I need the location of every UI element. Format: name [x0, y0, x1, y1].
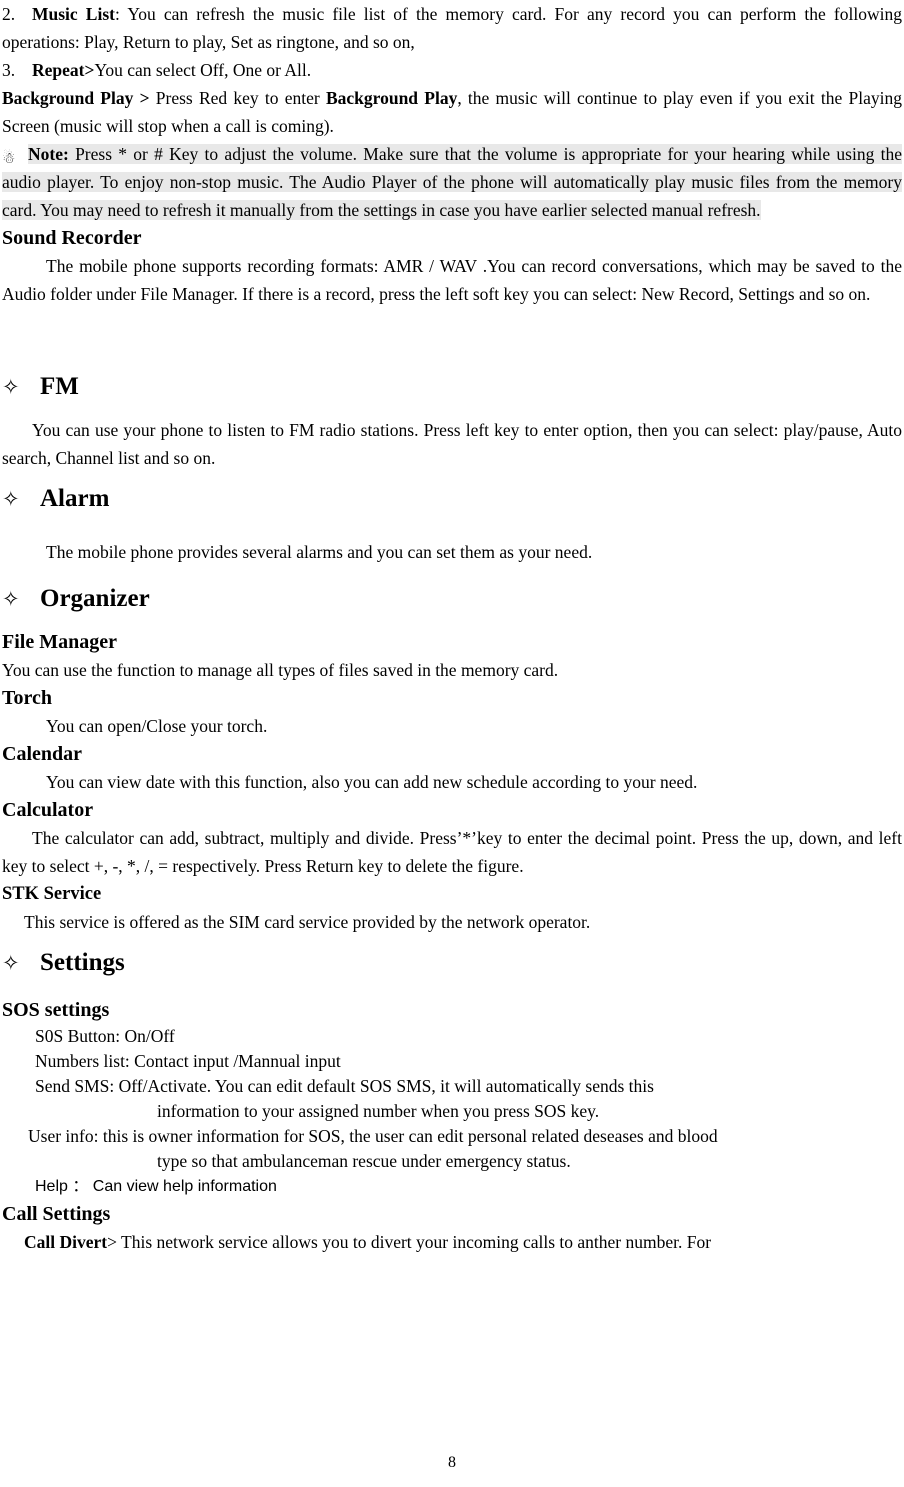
heading-organizer: ✧ Organizer — [2, 582, 902, 616]
manual-page: 2. Music List: You can refresh the music … — [0, 0, 904, 1487]
repeat-body: You can select Off, One or All. — [94, 60, 312, 80]
heading-sos-settings: SOS settings — [2, 999, 110, 1021]
sos-line: Send SMS: Off/Activate. You can edit def… — [35, 1076, 654, 1096]
heading-torch: Torch — [2, 687, 53, 709]
list-number: 3. — [2, 60, 16, 80]
paragraph-background-play: Background Play > Press Red key to enter… — [2, 84, 902, 140]
lightbulb-icon: ☃ — [2, 149, 16, 167]
heading-sound-recorder: Sound Recorder — [2, 227, 142, 249]
sos-line: S0S Button: On/Off — [35, 1026, 175, 1046]
heading-settings: ✧ Settings — [2, 946, 902, 980]
list-item-repeat: 3. Repeat>You can select Off, One or All. — [2, 56, 902, 84]
heading-alarm-label: Alarm — [40, 485, 110, 512]
heading-file-manager: File Manager — [2, 631, 117, 653]
note-label: Note: — [28, 144, 69, 164]
list-number: 2. — [2, 4, 16, 24]
page-number: 8 — [448, 1454, 456, 1471]
diamond-bullet-icon: ✧ — [2, 487, 20, 511]
paragraph-alarm: The mobile phone provides several alarms… — [46, 542, 593, 562]
note-text: Press * or # Key to adjust the volume. M… — [2, 144, 902, 220]
heading-calendar: Calendar — [2, 743, 82, 765]
paragraph-call-divert: Call Divert> This network service allows… — [2, 1228, 902, 1256]
paragraph-sound-recorder: The mobile phone supports recording form… — [2, 256, 902, 304]
list-item-music-list: 2. Music List: You can refresh the music … — [2, 0, 902, 56]
paragraph-torch: You can open/Close your torch. — [46, 716, 268, 736]
music-list-term: Music List — [32, 4, 115, 24]
call-divert-term: Call Divert — [24, 1232, 108, 1252]
paragraph-calendar: You can view date with this function, al… — [46, 772, 698, 792]
paragraph-fm: You can use your phone to listen to FM r… — [2, 420, 902, 468]
heading-fm-label: FM — [40, 373, 79, 400]
background-play-term-2: Background Play — [325, 88, 458, 108]
sos-line: Numbers list: Contact input /Mannual inp… — [35, 1051, 341, 1071]
heading-organizer-label: Organizer — [40, 585, 150, 612]
diamond-bullet-icon: ✧ — [2, 375, 20, 399]
heading-calculator: Calculator — [2, 799, 94, 821]
paragraph-stk-service: This service is offered as the SIM card … — [24, 912, 591, 932]
paragraph-calculator: The calculator can add, subtract, multip… — [2, 828, 902, 876]
sos-line-continued: information to your assigned number when… — [157, 1101, 600, 1121]
sos-line-continued: type so that ambulanceman rescue under e… — [157, 1151, 571, 1171]
heading-stk-service: STK Service — [2, 884, 102, 904]
paragraph-file-manager: You can use the function to manage all t… — [2, 660, 559, 680]
background-play-term: Background Play > — [2, 88, 150, 108]
heading-fm: ✧ FM — [2, 370, 902, 404]
heading-call-settings: Call Settings — [2, 1203, 111, 1225]
heading-settings-label: Settings — [40, 949, 125, 976]
diamond-bullet-icon: ✧ — [2, 951, 20, 975]
music-list-body: : You can refresh the music file list of… — [2, 4, 902, 52]
note-callout: ☃ Note: Press * or # Key to adjust the vo… — [2, 140, 902, 224]
sos-line-help: Help ： Can view help information — [35, 1178, 277, 1195]
heading-alarm: ✧ Alarm — [2, 482, 902, 516]
repeat-term: Repeat> — [32, 60, 95, 80]
diamond-bullet-icon: ✧ — [2, 587, 20, 611]
sos-line: User info: this is owner information for… — [28, 1126, 718, 1146]
call-divert-body: > This network service allows you to div… — [107, 1232, 712, 1252]
background-play-body-1: Press Red key to enter — [149, 88, 326, 108]
